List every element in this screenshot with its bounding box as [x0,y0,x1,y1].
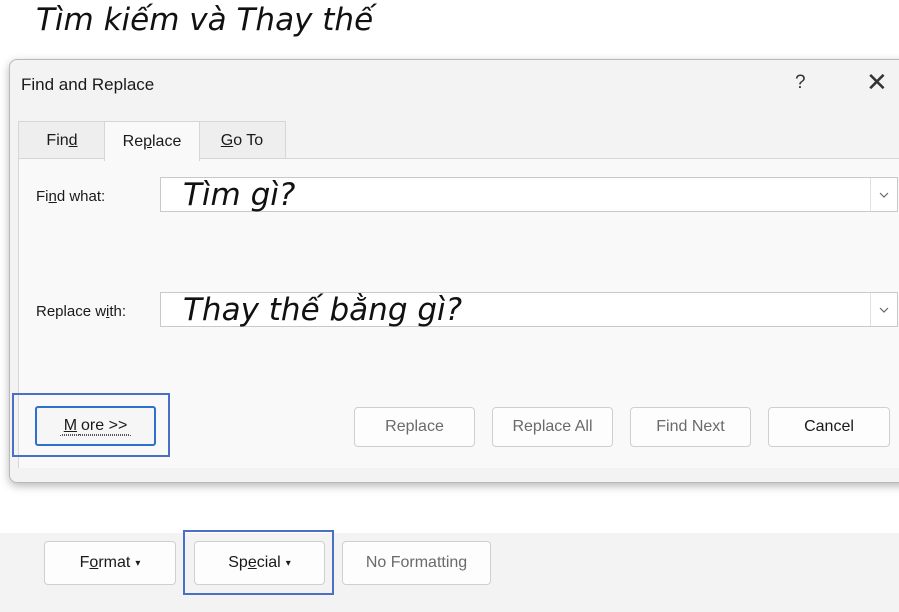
find-what-value: Tìm gì? [183,177,296,213]
replace-with-value: Thay thế bằng gì? [183,292,463,328]
replace-with-input[interactable]: Thay thế bằng gì? [160,292,898,328]
find-what-label: Find what: [36,188,106,205]
tab-goto[interactable]: Go To [198,121,286,159]
close-icon[interactable]: ✕ [866,69,888,95]
chevron-down-icon[interactable] [870,178,897,211]
chevron-down-icon[interactable] [870,293,897,326]
find-what-input[interactable]: Tìm gì? [160,177,898,213]
tab-goto-label: Go To [220,131,264,149]
more-button-label: More >> [59,416,132,436]
help-icon[interactable]: ? [795,72,806,94]
format-button[interactable]: Fo rmat ▾ [44,541,176,585]
tab-replace[interactable]: Replace [104,121,200,161]
more-button[interactable]: More >> [35,406,156,446]
bottom-button-strip: Fo rmat ▾ Sp e cial ▾ No Formatting [0,533,899,612]
tab-find-label: Find [46,131,78,149]
no-formatting-button[interactable]: No Formatting [342,541,491,585]
caption-title: Tìm kiếm và Thay thế [36,2,374,38]
replace-all-button[interactable]: Replace All [492,407,613,447]
title-bar: Find and Replace ? ✕ [10,60,899,112]
replace-button[interactable]: Replace [354,407,475,447]
cancel-button[interactable]: Cancel [768,407,890,447]
dialog-title: Find and Replace [21,75,155,94]
special-highlight [183,530,334,595]
replace-with-label: Replace with: [36,303,127,320]
find-next-button[interactable]: Find Next [630,407,751,447]
tab-replace-label: Replace [122,132,182,150]
tab-find[interactable]: Find [18,121,106,159]
chevron-down-icon: ▾ [135,557,141,569]
